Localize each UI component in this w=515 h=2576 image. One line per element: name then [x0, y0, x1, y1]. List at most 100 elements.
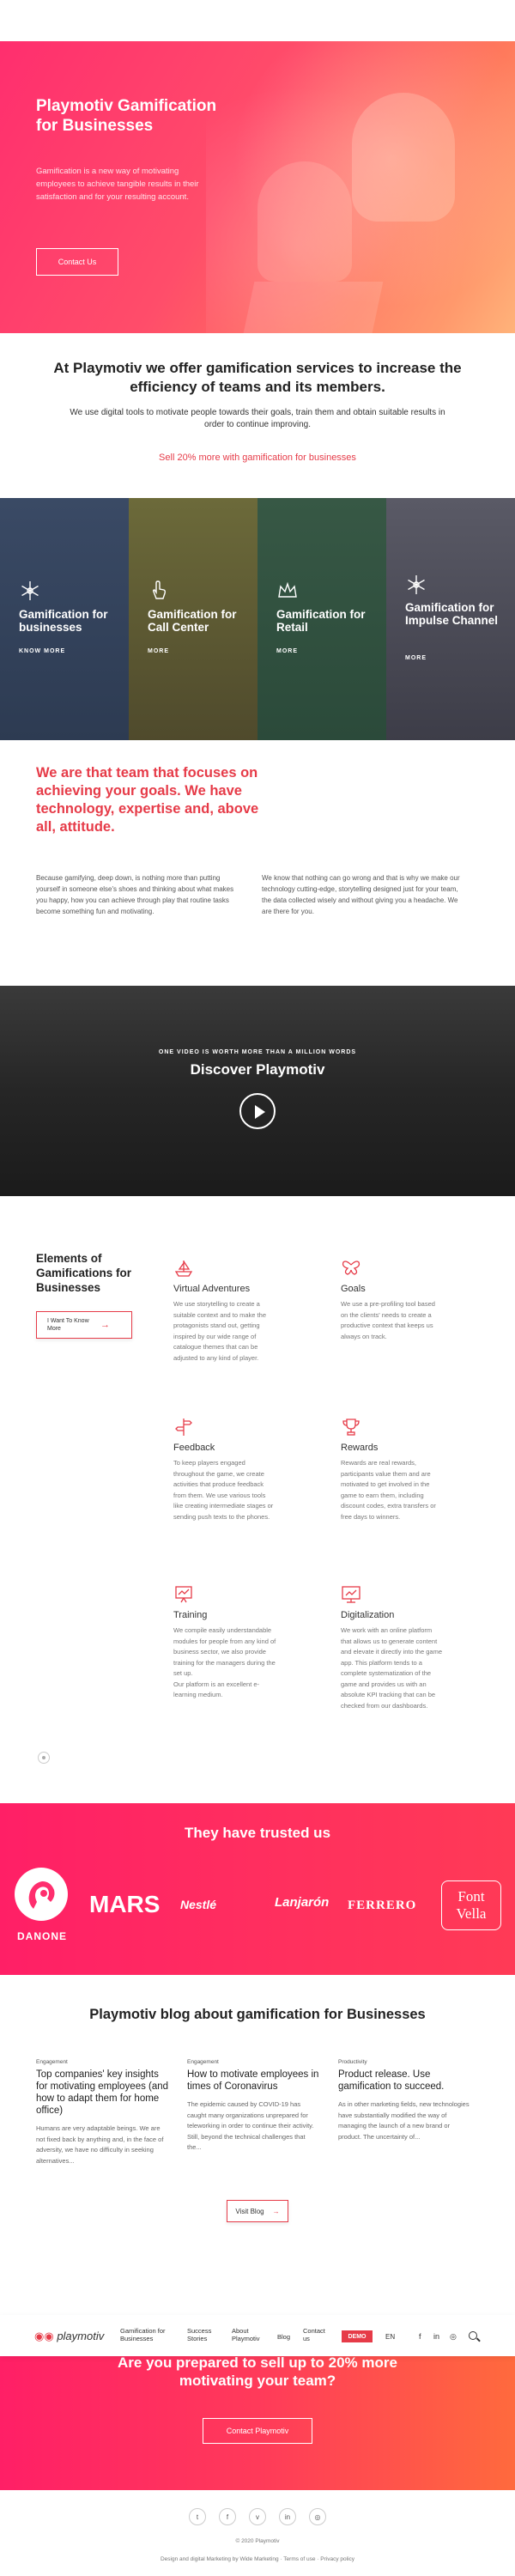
- snowflake-icon: [405, 574, 427, 596]
- blog-post-title[interactable]: Top companies' key insights for motivati…: [36, 2069, 169, 2117]
- facebook-icon[interactable]: f: [219, 2508, 236, 2525]
- monitor-icon: [341, 1584, 361, 1605]
- ship-icon: [173, 1258, 194, 1279]
- element-text: We use storytelling to create a suitable…: [173, 1300, 266, 1362]
- facebook-icon[interactable]: f: [419, 2332, 421, 2341]
- team-title: We are that team that focuses on achievi…: [36, 765, 259, 835]
- linkedin-icon[interactable]: in: [433, 2332, 439, 2341]
- blog-post[interactable]: Engagement Top companies' key insights f…: [36, 2059, 169, 2166]
- element-training: Training We compile easily understandabl…: [173, 1584, 276, 1701]
- demo-button[interactable]: DEMO: [342, 2330, 373, 2342]
- footer-copyright: © 2020 Playmotiv: [235, 2538, 280, 2544]
- element-virtual-adventures: Virtual Adventures We use storytelling t…: [173, 1258, 276, 1364]
- team-text-left: Because gamifying, deep down, is nothing…: [36, 874, 234, 915]
- hero-photo-person: [258, 161, 352, 282]
- crown-icon: [276, 580, 299, 602]
- hero-photo-laptop: [243, 282, 384, 333]
- element-title: Goals: [341, 1284, 366, 1294]
- contact-playmotiv-button[interactable]: Contact Playmotiv: [203, 2418, 312, 2444]
- element-text: We compile easily understandable modules…: [173, 1626, 276, 1698]
- card-more-link[interactable]: MORE: [148, 648, 169, 654]
- intro-title: At Playmotiv we offer gamification servi…: [53, 360, 462, 395]
- footer-credit[interactable]: Design and digital Marketing by Wide Mar…: [0, 2556, 515, 2562]
- search-icon[interactable]: [469, 2331, 477, 2340]
- card-gamification-impulse-channel[interactable]: Gamification for Impulse Channel MORE: [386, 498, 515, 740]
- vimeo-icon[interactable]: v: [249, 2508, 266, 2525]
- element-digitalization: Digitalization We work with an online pl…: [341, 1584, 444, 1711]
- card-gamification-retail[interactable]: Gamification for Retail MORE: [258, 498, 386, 740]
- signpost-icon: [173, 1417, 194, 1437]
- hand-pointer-icon: [148, 580, 170, 602]
- nav-item-gamification[interactable]: Gamification for Businesses: [120, 2327, 172, 2342]
- element-text: To keep players engaged throughout the g…: [173, 1459, 274, 1521]
- intro-accent-text: Sell 20% more with gamification for busi…: [159, 453, 356, 463]
- card-more-link[interactable]: KNOW MORE: [19, 648, 65, 654]
- intro-text: We use digital tools to motivate people …: [70, 408, 445, 429]
- logo-mark-icon: ◉◉: [34, 2330, 54, 2342]
- arrow-right-icon: →: [272, 2207, 280, 2215]
- nav-item-success-stories[interactable]: Success Stories: [187, 2327, 221, 2342]
- blog-post-title[interactable]: How to motivate employees in times of Co…: [187, 2069, 320, 2093]
- lanjaron-logo: Lanjarón: [275, 1895, 330, 1910]
- element-text: Rewards are real rewards, participants v…: [341, 1459, 436, 1521]
- element-rewards: Rewards Rewards are real rewards, partic…: [341, 1417, 444, 1522]
- element-title: Rewards: [341, 1443, 379, 1453]
- blog-post-title[interactable]: Product release. Use gamification to suc…: [338, 2069, 471, 2093]
- blog-category[interactable]: Engagement: [36, 2059, 169, 2065]
- element-text: We work with an online platform that all…: [341, 1626, 442, 1710]
- blog-excerpt: The epidemic caused by COVID-19 has caug…: [187, 2100, 314, 2151]
- instagram-icon[interactable]: ◎: [450, 2332, 457, 2342]
- logo-text: playmotiv: [57, 2330, 105, 2342]
- blog-title: Playmotiv blog about gamification for Bu…: [89, 2007, 426, 2022]
- team-text-right: We know that nothing can go wrong and th…: [262, 874, 460, 915]
- elements-title: Elements of Gamifications for Businesses: [36, 1252, 132, 1294]
- linkedin-icon[interactable]: in: [279, 2508, 296, 2525]
- language-selector[interactable]: EN: [385, 2333, 395, 2341]
- hero-title: Playmotiv Gamification for Businesses: [36, 97, 217, 135]
- blog-excerpt: As in other marketing fields, new techno…: [338, 2100, 470, 2141]
- cta-title: Are you prepared to sell up to 20% more …: [118, 2354, 397, 2389]
- card-gamification-call-center[interactable]: Gamification for Call Center MORE: [129, 498, 258, 740]
- visit-blog-label: Visit Blog: [235, 2207, 264, 2215]
- scroll-indicator-icon[interactable]: [38, 1752, 50, 1764]
- hero-photo-person: [352, 93, 455, 222]
- contact-us-button[interactable]: Contact Us: [36, 248, 118, 276]
- play-icon[interactable]: [239, 1093, 276, 1129]
- font-vella-logo: Font Vella: [441, 1880, 501, 1930]
- visit-blog-button[interactable]: Visit Blog →: [227, 2200, 288, 2222]
- nav-item-contact[interactable]: Contact us: [303, 2327, 332, 2342]
- presentation-icon: [173, 1584, 194, 1605]
- blog-excerpt: Humans are very adaptable beings. We are…: [36, 2124, 164, 2165]
- nav-item-blog[interactable]: Blog: [277, 2333, 290, 2341]
- video-eyebrow: ONE VIDEO IS WORTH MORE THAN A MILLION W…: [158, 1049, 357, 1055]
- video-section: [0, 986, 515, 1196]
- element-title: Training: [173, 1610, 208, 1620]
- element-title: Virtual Adventures: [173, 1284, 251, 1294]
- card-more-link[interactable]: MORE: [276, 648, 298, 654]
- twitter-icon[interactable]: t: [189, 2508, 206, 2525]
- card-gamification-businesses[interactable]: Gamification for businesses KNOW MORE: [0, 498, 129, 740]
- blog-category[interactable]: Engagement: [187, 2059, 320, 2065]
- video-title: Discover Playmotiv: [190, 1061, 325, 1078]
- butterfly-icon: [341, 1258, 361, 1279]
- arrow-right-icon: →: [100, 1320, 110, 1330]
- danone-logo: [15, 1868, 68, 1921]
- ferrero-logo: FERRERO: [348, 1899, 417, 1912]
- card-more-link[interactable]: MORE: [405, 655, 427, 661]
- card-title: Gamification for businesses: [19, 608, 108, 634]
- trophy-icon: [341, 1417, 361, 1437]
- element-goals: Goals We use a pre-profiling tool based …: [341, 1258, 444, 1342]
- blog-post[interactable]: Productivity Product release. Use gamifi…: [338, 2059, 471, 2142]
- instagram-icon[interactable]: ◎: [309, 2508, 326, 2525]
- nav-item-about[interactable]: About Playmotiv: [232, 2327, 268, 2342]
- playmotiv-logo[interactable]: ◉◉ playmotiv: [34, 2330, 104, 2343]
- trusted-title: They have trusted us: [184, 1825, 331, 1841]
- know-more-button[interactable]: I Want To Know More →: [36, 1311, 132, 1339]
- blog-category[interactable]: Productivity: [338, 2059, 471, 2065]
- hero-text: Gamification is a new way of motivating …: [36, 167, 199, 202]
- mars-logo: MARS: [89, 1891, 161, 1917]
- blog-post[interactable]: Engagement How to motivate employees in …: [187, 2059, 320, 2154]
- card-title: Gamification for Retail: [276, 608, 366, 634]
- snowflake-icon: [19, 580, 41, 602]
- element-title: Digitalization: [341, 1610, 395, 1620]
